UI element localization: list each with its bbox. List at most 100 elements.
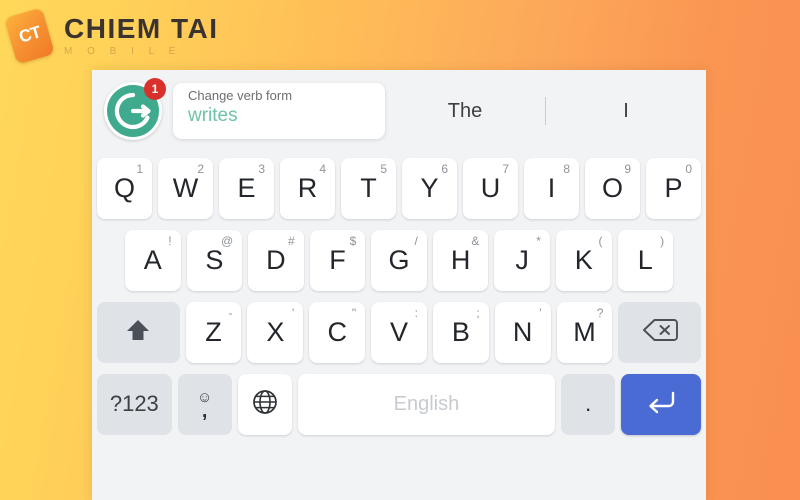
keyboard-row-2: ! A @ S # D $ F / G & H * J (K ) L (97, 224, 701, 296)
key-b-label: B (451, 316, 470, 347)
word-suggestions: The I (385, 70, 706, 152)
key-s-sup: @ (220, 233, 234, 248)
key-t[interactable]: 5T (341, 157, 396, 219)
emoji-comma-key[interactable]: ☺ , (177, 373, 232, 435)
key-f-sup: $ (349, 233, 357, 248)
key-x-label: X (266, 316, 285, 347)
key-u-sup: 7 (502, 161, 509, 176)
language-switch-key[interactable] (237, 373, 292, 435)
enter-key[interactable] (621, 373, 701, 435)
key-c-label: C (327, 316, 347, 347)
word-suggestion-1[interactable]: The (385, 100, 545, 123)
key-i[interactable]: 8I (524, 157, 579, 219)
key-d-label: D (266, 244, 286, 275)
key-b[interactable]: ; B (432, 301, 489, 363)
grammarly-button[interactable]: 1 (104, 78, 166, 140)
key-f-label: F (329, 244, 346, 275)
key-o-label: O (601, 172, 623, 203)
suggestion-bar: 1 Change verb form writes The I (92, 70, 706, 152)
key-w[interactable]: 2W (158, 157, 213, 219)
key-b-sup: ; (476, 305, 480, 320)
keyboard-row-3: -Z ' X " C :V ; B ' N ? M (97, 296, 702, 368)
suggestion-title: Change verb form (188, 88, 293, 103)
key-s[interactable]: @ S (186, 229, 243, 291)
key-c-sup: " (351, 305, 357, 320)
key-d[interactable]: # D (248, 229, 304, 291)
comma-label: , (202, 401, 208, 423)
key-q-label: Q (113, 172, 135, 203)
brand-name: CHIEM TAI (64, 13, 219, 44)
key-c[interactable]: " C (309, 301, 366, 363)
key-q-sup: 1 (136, 161, 143, 176)
word-suggestion-2[interactable]: I (546, 100, 706, 123)
key-z-label: Z (205, 316, 222, 347)
key-z-sup: - (228, 305, 233, 320)
key-t-sup: 5 (380, 161, 387, 176)
key-f[interactable]: $ F (309, 229, 366, 291)
period-key-label: . (585, 391, 592, 416)
key-e-sup: 3 (258, 161, 265, 176)
key-m[interactable]: ? M (556, 301, 613, 363)
key-h[interactable]: & H (432, 229, 489, 291)
key-z[interactable]: -Z (185, 301, 242, 363)
key-k[interactable]: (K (555, 229, 612, 291)
key-e[interactable]: 3E (219, 157, 274, 219)
key-n[interactable]: ' N (494, 301, 551, 363)
key-o-sup: 9 (624, 161, 631, 176)
key-v-label: V (390, 316, 409, 347)
key-p-label: P (664, 172, 683, 203)
key-v[interactable]: :V (371, 301, 427, 363)
enter-return-icon (644, 388, 678, 421)
key-l-sup: ) (660, 233, 665, 248)
key-a-label: A (143, 244, 162, 275)
key-y-label: Y (420, 172, 439, 203)
key-e-label: E (237, 172, 256, 203)
keyboard-row-1: 1Q 2W 3E 4R 5T 6Y 7U 8I 9O 0P (97, 152, 701, 224)
brand-logo: CT CHIEM TAI M O B I L E (4, 7, 219, 65)
key-u[interactable]: 7U (463, 157, 518, 219)
key-x[interactable]: ' X (247, 301, 304, 363)
key-t-label: T (360, 172, 377, 203)
key-y[interactable]: 6Y (402, 157, 457, 219)
backspace-icon (641, 317, 679, 348)
brand-subtitle: M O B I L E (64, 46, 182, 57)
key-a[interactable]: ! A (125, 229, 181, 291)
key-s-label: S (205, 244, 224, 275)
key-o[interactable]: 9O (585, 157, 640, 219)
numbers-symbols-key[interactable]: ?123 (97, 373, 172, 435)
brand-text: CHIEM TAI M O B I L E (64, 15, 219, 57)
key-u-label: U (480, 172, 501, 203)
key-i-label: I (547, 172, 556, 203)
period-key[interactable]: . (561, 373, 616, 435)
ct-phone-logo-icon: CT (4, 7, 55, 65)
key-p[interactable]: 0P (646, 157, 701, 219)
keyboard-row-4: ?123 ☺ , English . (97, 368, 701, 440)
key-w-sup: 2 (197, 161, 204, 176)
backspace-key[interactable] (618, 301, 702, 363)
key-q[interactable]: 1Q (97, 157, 152, 219)
shift-key[interactable] (97, 301, 180, 363)
key-y-sup: 6 (441, 161, 448, 176)
key-r-label: R (297, 172, 318, 203)
key-j-sup: * (536, 233, 541, 248)
notification-badge: 1 (144, 78, 166, 100)
space-key-label: English (393, 393, 460, 415)
globe-language-icon (251, 388, 279, 421)
shift-arrow-up-icon (123, 316, 153, 349)
key-i-sup: 8 (563, 161, 570, 176)
key-l[interactable]: ) L (617, 229, 674, 291)
key-m-label: M (573, 316, 596, 347)
virtual-keyboard: 1 Change verb form writes The I 1Q 2W 3E… (92, 70, 706, 500)
space-key[interactable]: English (297, 373, 556, 435)
key-m-sup: ? (596, 305, 604, 320)
key-g-sup: / (414, 233, 418, 248)
key-a-sup: ! (168, 233, 172, 248)
grammar-suggestion-card[interactable]: Change verb form writes (173, 83, 385, 139)
key-g[interactable]: / G (371, 229, 427, 291)
key-w-label: W (172, 172, 199, 203)
key-p-sup: 0 (685, 161, 692, 176)
key-j[interactable]: * J (494, 229, 550, 291)
suggestion-word: writes (188, 105, 238, 126)
key-v-sup: : (414, 305, 418, 320)
key-r[interactable]: 4R (280, 157, 335, 219)
